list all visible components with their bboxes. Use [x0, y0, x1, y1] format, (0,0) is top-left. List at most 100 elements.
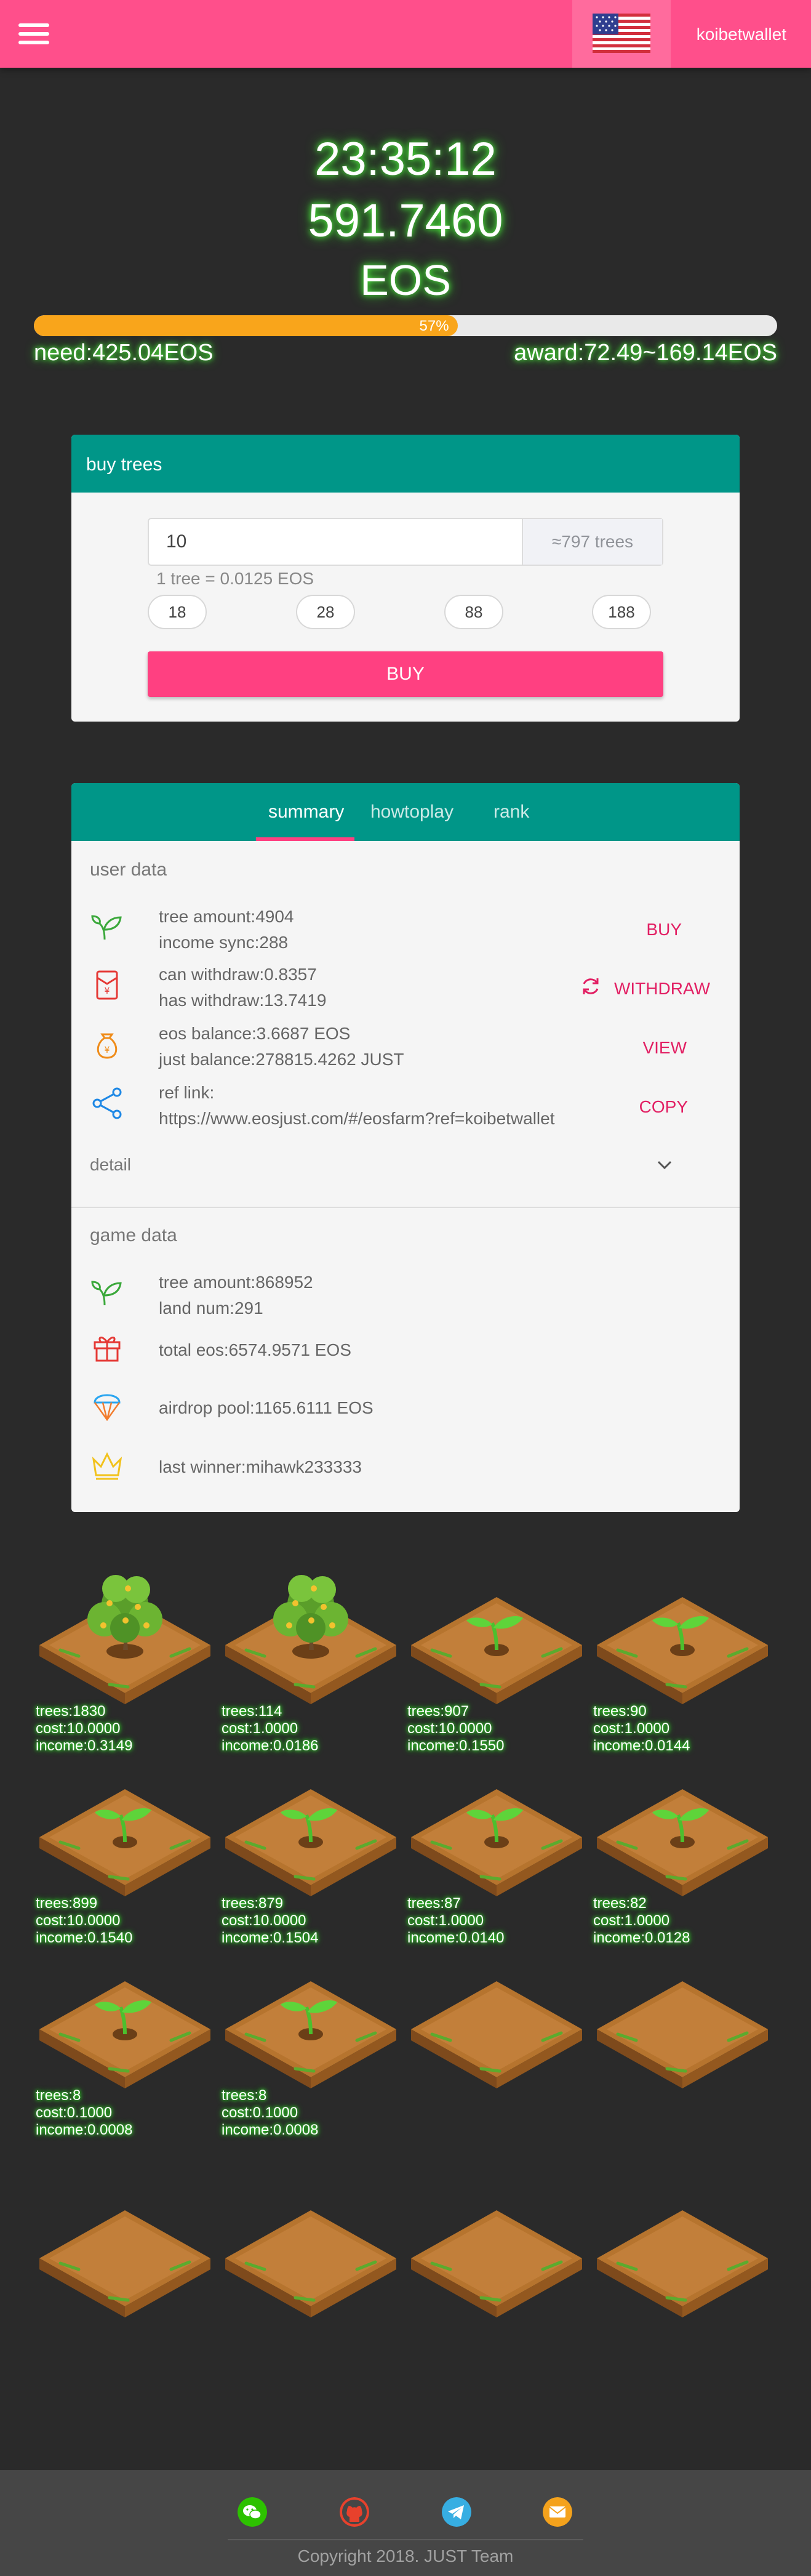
sprout-land-image [39, 1789, 210, 1896]
last-winner-text: last winner:mihawk233333 [159, 1457, 362, 1476]
amount-chip-188[interactable]: 188 [592, 595, 651, 629]
copyright-text: Copyright 2018. JUST Team [297, 2546, 514, 2566]
tab-rank[interactable]: rank [493, 802, 529, 823]
amount-chip-28[interactable]: 28 [296, 595, 355, 629]
plot-income: income:0.1540 [36, 1930, 133, 1946]
land-plot[interactable]: trees:907 cost:10.0000 income:0.1550 [407, 1564, 586, 1754]
tree-estimate: ≈797 trees [522, 519, 662, 565]
ref-link-text: ref link: https://www.eosjust.com/#/eosf… [159, 1083, 555, 1128]
countdown-timer: 23:35:12 [314, 133, 497, 185]
plot-trees: trees:87 [407, 1895, 461, 1912]
land-plot[interactable]: trees:879 cost:10.0000 income:0.1504 [222, 1756, 400, 1946]
plot-income: income:0.0140 [407, 1930, 505, 1946]
buy-button[interactable]: BUY [148, 651, 663, 697]
empty-land-image [597, 1981, 768, 2088]
username[interactable]: koibetwallet [697, 25, 786, 44]
land-plot[interactable]: trees:8 cost:0.1000 income:0.0008 [36, 1948, 214, 2138]
land-plot[interactable]: trees:82 cost:1.0000 income:0.0128 [593, 1756, 772, 1946]
plot-trees: trees:90 [593, 1703, 647, 1720]
plot-trees: trees:1830 [36, 1703, 106, 1720]
telegram-icon[interactable] [442, 2497, 471, 2527]
crown-icon [92, 1452, 122, 1480]
wechat-icon[interactable] [238, 2497, 267, 2527]
game-data-label: game data [90, 1225, 177, 1246]
plot-income: income:0.1550 [407, 1737, 505, 1754]
withdraw-link[interactable]: WITHDRAW [614, 979, 710, 999]
tree-amount-text: tree amount:4904 income sync:288 [159, 907, 294, 952]
plot-income: income:0.0128 [593, 1930, 690, 1946]
tree-land-image [225, 1575, 396, 1704]
plot-stats: trees:879 cost:10.0000 income:0.1504 [222, 1895, 318, 1947]
money-bag-icon: ¥ [97, 1033, 118, 1059]
plot-cost: cost:10.0000 [36, 1720, 121, 1737]
plot-stats: trees:907 cost:10.0000 income:0.1550 [407, 1703, 504, 1755]
tab-bar: summary howtoplay rank [71, 783, 740, 841]
red-envelope-icon: ¥ [96, 970, 118, 1000]
plot-stats: trees:8 cost:0.1000 income:0.0008 [222, 2087, 318, 2139]
tab-summary[interactable]: summary [268, 802, 344, 823]
land-plot[interactable]: trees:90 cost:1.0000 income:0.0144 [593, 1564, 772, 1754]
plot-cost: cost:10.0000 [222, 1912, 306, 1929]
sprout-land-image [597, 1597, 768, 1704]
empty-land-image [597, 2210, 768, 2317]
email-icon[interactable] [543, 2497, 572, 2527]
refresh-icon[interactable] [580, 975, 602, 997]
top-bar: koibetwallet [0, 0, 811, 68]
land-plot[interactable] [593, 2177, 772, 2362]
language-selector[interactable] [572, 0, 671, 68]
land-plot[interactable]: trees:87 cost:1.0000 income:0.0140 [407, 1756, 586, 1946]
amount-chip-88[interactable]: 88 [444, 595, 503, 629]
chevron-down-icon[interactable] [655, 1155, 674, 1175]
amount-chip-18[interactable]: 18 [148, 595, 207, 629]
tree-rate: 1 tree = 0.0125 EOS [156, 569, 314, 588]
sprout-land-image [411, 1597, 582, 1704]
menu-icon[interactable] [18, 23, 49, 44]
need-amount: need:425.04EOS [34, 340, 214, 366]
plot-cost: cost:1.0000 [593, 1912, 670, 1929]
sprout-land-image [411, 1789, 582, 1896]
github-icon[interactable] [340, 2497, 369, 2527]
plot-trees: trees:114 [222, 1703, 282, 1720]
tree-land-image [39, 1575, 210, 1704]
land-plot[interactable]: trees:899 cost:10.0000 income:0.1540 [36, 1756, 214, 1946]
footer: Copyright 2018. JUST Team [0, 2470, 811, 2576]
summary-panel: summary howtoplay rank user data tree am… [71, 783, 740, 1512]
plot-income: income:0.3149 [36, 1737, 133, 1754]
game-tree-amount-text: tree amount:868952 land num:291 [159, 1273, 313, 1318]
land-plot[interactable]: trees:8 cost:0.1000 income:0.0008 [222, 1948, 400, 2138]
share-icon [92, 1087, 122, 1119]
land-plot[interactable] [407, 2177, 586, 2362]
plot-cost: cost:1.0000 [222, 1720, 298, 1737]
sprout-land-image [39, 1981, 210, 2088]
plot-stats: trees:90 cost:1.0000 income:0.0144 [593, 1703, 690, 1755]
award-range: award:72.49~169.14EOS [514, 340, 777, 366]
gift-icon [94, 1337, 121, 1362]
plot-cost: cost:0.1000 [222, 2104, 298, 2121]
plot-income: income:0.0186 [222, 1737, 319, 1754]
land-plot[interactable]: trees:1830 cost:10.0000 income:0.3149 [36, 1564, 214, 1754]
view-link[interactable]: VIEW [642, 1038, 687, 1058]
buy-link[interactable]: BUY [646, 920, 682, 940]
plot-stats: trees:1830 cost:10.0000 income:0.3149 [36, 1703, 132, 1755]
eos-amount-input[interactable] [149, 519, 524, 565]
active-tab-indicator [256, 837, 354, 841]
detail-toggle[interactable]: detail [90, 1155, 131, 1175]
land-plot[interactable] [222, 2177, 400, 2362]
plot-trees: trees:899 [36, 1895, 98, 1912]
plot-trees: trees:907 [407, 1703, 469, 1720]
land-plot[interactable] [36, 2177, 214, 2362]
parachute-icon [94, 1394, 121, 1422]
sprout-icon [91, 915, 122, 940]
land-plot[interactable] [593, 1948, 772, 2133]
plot-trees: trees:8 [222, 2087, 267, 2104]
copy-link[interactable]: COPY [639, 1097, 688, 1117]
tab-howtoplay[interactable]: howtoplay [370, 802, 453, 823]
land-plot[interactable] [407, 1948, 586, 2133]
withdraw-text: can withdraw:0.8357 has withdraw:13.7419 [159, 965, 327, 1010]
land-plot[interactable]: trees:114 cost:1.0000 income:0.0186 [222, 1564, 400, 1754]
plot-trees: trees:879 [222, 1895, 284, 1912]
total-eos-text: total eos:6574.9571 EOS [159, 1340, 351, 1359]
progress-label: 57% [419, 318, 449, 334]
footer-divider [228, 2539, 583, 2540]
empty-land-image [225, 2210, 396, 2317]
